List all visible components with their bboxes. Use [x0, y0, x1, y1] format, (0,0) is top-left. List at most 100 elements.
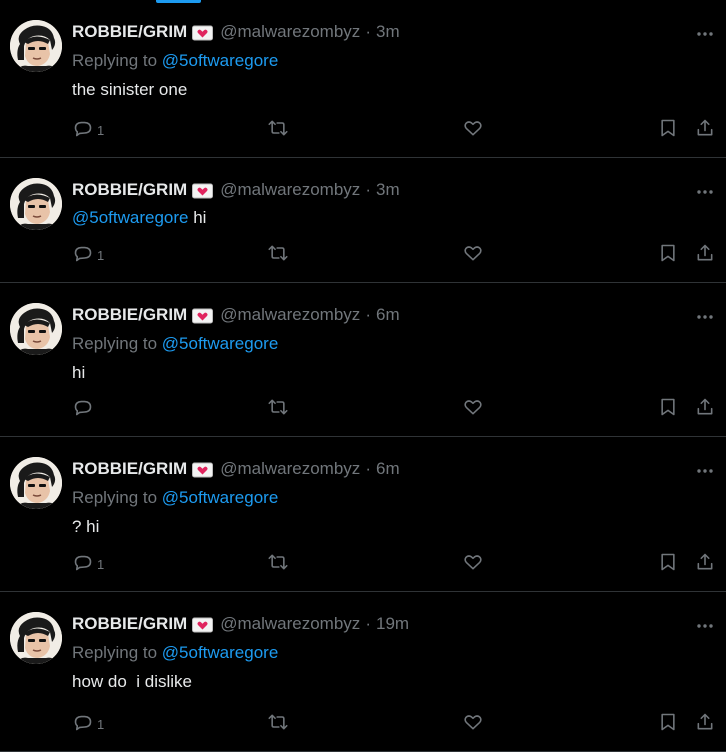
heart-letter-icon	[192, 617, 214, 633]
heart-icon	[463, 243, 483, 263]
tweet-body: ? hi	[72, 517, 100, 536]
display-name[interactable]: ROBBIE/GRIM	[72, 614, 187, 634]
display-name[interactable]: ROBBIE/GRIM	[72, 305, 187, 325]
share-button[interactable]	[695, 712, 715, 732]
user-handle[interactable]: @malwarezombyz	[220, 22, 360, 42]
more-icon[interactable]	[694, 307, 716, 327]
more-icon[interactable]	[694, 616, 716, 636]
bookmark-button[interactable]	[658, 712, 678, 732]
avatar[interactable]	[10, 20, 62, 72]
reply-mention-link[interactable]: @5oftwaregore	[162, 643, 279, 662]
share-icon	[695, 243, 715, 263]
user-handle[interactable]: @malwarezombyz	[220, 305, 360, 325]
like-button[interactable]	[463, 243, 483, 263]
retweet-button[interactable]	[268, 118, 288, 138]
more-icon[interactable]	[694, 461, 716, 481]
more-icon[interactable]	[694, 182, 716, 202]
replying-to-label: Replying to	[72, 51, 158, 70]
tweet-text: ? hi	[72, 517, 99, 537]
bookmark-icon	[658, 118, 678, 138]
reply-mention-link[interactable]: @5oftwaregore	[162, 488, 279, 507]
display-name[interactable]: ROBBIE/GRIM	[72, 180, 187, 200]
reply-mention-link[interactable]: @5oftwaregore	[162, 51, 279, 70]
tweet[interactable]: ROBBIE/GRIM @malwarezombyz · 6m Replying…	[0, 283, 726, 437]
replying-to-label: Replying to	[72, 488, 158, 507]
retweet-icon	[268, 552, 288, 572]
avatar[interactable]	[10, 178, 62, 230]
reply-button[interactable]: 1	[73, 118, 104, 138]
bookmark-button[interactable]	[658, 397, 678, 417]
retweet-button[interactable]	[268, 712, 288, 732]
user-handle[interactable]: @malwarezombyz	[220, 180, 360, 200]
like-button[interactable]	[463, 397, 483, 417]
user-handle[interactable]: @malwarezombyz	[220, 614, 360, 634]
mention-link[interactable]: @5oftwaregore	[72, 208, 189, 227]
tweet-body: the sinister one	[72, 80, 188, 99]
tweet-text: hi	[72, 363, 85, 383]
tweet[interactable]: ROBBIE/GRIM @malwarezombyz · 6m Replying…	[0, 437, 726, 592]
avatar[interactable]	[10, 457, 62, 509]
reply-button[interactable]: 1	[73, 243, 104, 263]
retweet-button[interactable]	[268, 243, 288, 263]
timestamp[interactable]: 3m	[376, 22, 400, 42]
retweet-button[interactable]	[268, 552, 288, 572]
timestamp[interactable]: 6m	[376, 459, 400, 479]
share-button[interactable]	[695, 243, 715, 263]
share-button[interactable]	[695, 552, 715, 572]
like-button[interactable]	[463, 552, 483, 572]
reply-button[interactable]	[73, 397, 97, 417]
share-button[interactable]	[695, 118, 715, 138]
share-icon	[695, 712, 715, 732]
retweet-icon	[268, 712, 288, 732]
reply-mention-link[interactable]: @5oftwaregore	[162, 334, 279, 353]
reply-button[interactable]: 1	[73, 552, 104, 572]
separator: ·	[365, 180, 371, 199]
timestamp[interactable]: 6m	[376, 305, 400, 325]
heart-icon	[463, 712, 483, 732]
more-icon[interactable]	[694, 24, 716, 44]
timestamp[interactable]: 3m	[376, 180, 400, 200]
action-bar: 1	[0, 552, 726, 576]
reply-button[interactable]: 1	[73, 712, 104, 732]
separator: ·	[365, 459, 371, 478]
tweet-header: ROBBIE/GRIM @malwarezombyz · 3m	[72, 22, 400, 42]
tweet[interactable]: ROBBIE/GRIM @malwarezombyz · 19m Replyin…	[0, 592, 726, 752]
action-bar: 1	[0, 118, 726, 142]
bookmark-button[interactable]	[658, 118, 678, 138]
like-button[interactable]	[463, 712, 483, 732]
tweet-text: @5oftwaregore hi	[72, 208, 206, 228]
like-button[interactable]	[463, 118, 483, 138]
heart-icon	[463, 552, 483, 572]
action-bar: 1	[0, 712, 726, 736]
timestamp[interactable]: 19m	[376, 614, 409, 634]
reply-icon	[73, 243, 93, 263]
heart-letter-icon	[192, 25, 214, 41]
tweet[interactable]: ROBBIE/GRIM @malwarezombyz · 3m @5oftwar…	[0, 158, 726, 283]
heart-letter-icon	[192, 308, 214, 324]
user-handle[interactable]: @malwarezombyz	[220, 459, 360, 479]
display-name[interactable]: ROBBIE/GRIM	[72, 22, 187, 42]
tweet-header: ROBBIE/GRIM @malwarezombyz · 6m	[72, 459, 400, 479]
display-name[interactable]: ROBBIE/GRIM	[72, 459, 187, 479]
bookmark-button[interactable]	[658, 243, 678, 263]
share-icon	[695, 552, 715, 572]
heart-letter-icon	[192, 183, 214, 199]
replying-to-label: Replying to	[72, 334, 158, 353]
share-button[interactable]	[695, 397, 715, 417]
reply-count: 1	[97, 122, 105, 138]
reply-icon	[73, 118, 93, 138]
avatar[interactable]	[10, 612, 62, 664]
replying-to: Replying to @5oftwaregore	[72, 51, 278, 71]
bookmark-button[interactable]	[658, 552, 678, 572]
tweet[interactable]: ROBBIE/GRIM @malwarezombyz · 3m Replying…	[0, 0, 726, 158]
separator: ·	[365, 305, 371, 324]
reply-icon	[73, 397, 93, 417]
tweet-header: ROBBIE/GRIM @malwarezombyz · 6m	[72, 305, 400, 325]
bookmark-icon	[658, 712, 678, 732]
tweet-header: ROBBIE/GRIM @malwarezombyz · 3m	[72, 180, 400, 200]
tweet-body: hi	[72, 363, 86, 382]
heart-icon	[463, 118, 483, 138]
avatar[interactable]	[10, 303, 62, 355]
retweet-button[interactable]	[268, 397, 288, 417]
replying-to: Replying to @5oftwaregore	[72, 488, 278, 508]
